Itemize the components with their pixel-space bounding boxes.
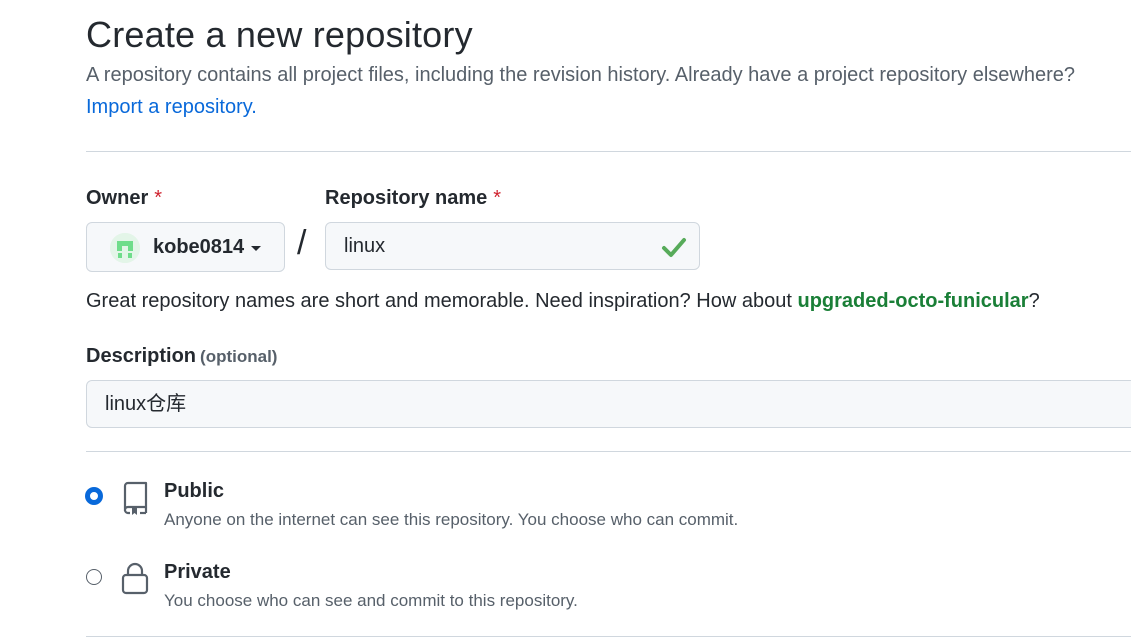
owner-repo-separator: / — [297, 224, 307, 262]
description-input[interactable]: linux仓库 — [86, 380, 1131, 428]
import-repository-link[interactable]: Import a repository. — [86, 96, 257, 119]
identicon-avatar — [110, 233, 140, 263]
repo-name-value: linux — [344, 235, 386, 257]
section-divider — [86, 451, 1131, 452]
hint-text: Great repository names are short and mem… — [86, 290, 798, 312]
required-mark: * — [493, 187, 502, 209]
required-mark: * — [154, 187, 163, 209]
hint-suffix: ? — [1028, 290, 1040, 312]
public-description: Anyone on the internet can see this repo… — [164, 510, 739, 529]
repo-name-label-text: Repository name — [325, 187, 488, 209]
repo-icon — [123, 481, 148, 515]
repo-name-hint: Great repository names are short and mem… — [86, 290, 1040, 313]
owner-label: Owner * — [86, 187, 162, 210]
owner-label-text: Owner — [86, 187, 149, 209]
check-icon — [662, 238, 686, 257]
public-radio[interactable] — [86, 488, 102, 504]
private-radio[interactable] — [86, 569, 102, 585]
page-subtitle: A repository contains all project files,… — [86, 64, 1076, 86]
chevron-down-icon — [251, 246, 261, 251]
owner-name: kobe0814 — [153, 236, 245, 258]
repo-name-label: Repository name * — [325, 187, 501, 210]
description-label-text: Description — [86, 345, 197, 367]
public-title: Public — [164, 480, 225, 502]
optional-tag: (optional) — [200, 347, 278, 366]
page-title: Create a new repository — [86, 14, 473, 55]
description-value: linux仓库 — [105, 393, 187, 415]
lock-icon — [121, 562, 149, 595]
owner-dropdown[interactable]: kobe0814 — [86, 222, 285, 272]
private-description: You choose who can see and commit to thi… — [164, 591, 578, 610]
private-title: Private — [164, 561, 231, 583]
new-repository-form: Create a new repository A repository con… — [86, 0, 1131, 641]
section-divider — [86, 151, 1131, 152]
description-label: Description (optional) — [86, 345, 277, 368]
section-divider — [86, 636, 1131, 637]
repo-name-input[interactable]: linux — [325, 222, 700, 270]
name-suggestion-link[interactable]: upgraded-octo-funicular — [797, 290, 1028, 312]
